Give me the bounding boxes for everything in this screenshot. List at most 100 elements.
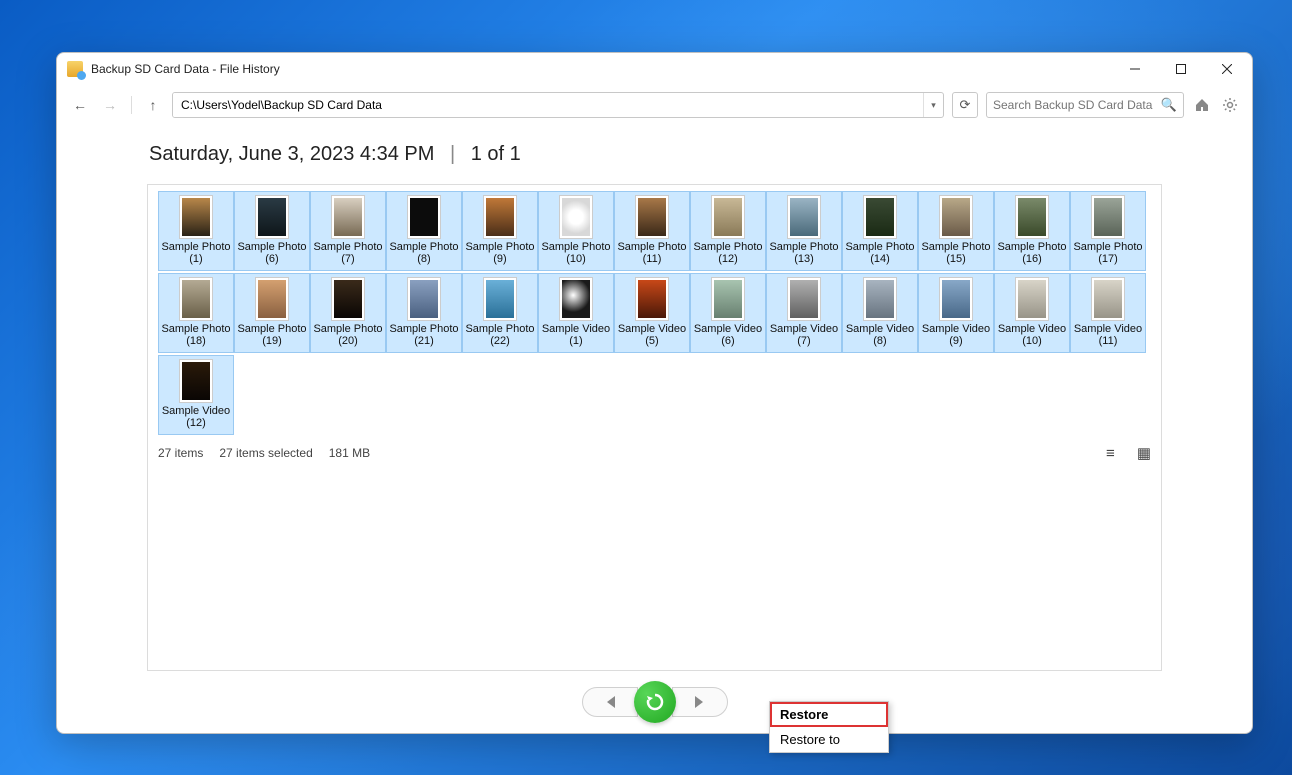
file-item[interactable]: Sample Photo (15) bbox=[918, 191, 994, 271]
file-label: Sample Photo (11) bbox=[615, 241, 689, 265]
menu-restore[interactable]: Restore bbox=[770, 702, 888, 727]
minimize-button[interactable] bbox=[1112, 53, 1158, 85]
file-thumbnail bbox=[180, 278, 212, 320]
file-label: Sample Video (1) bbox=[539, 323, 613, 347]
file-thumbnail bbox=[788, 278, 820, 320]
file-thumbnail bbox=[256, 196, 288, 238]
file-label: Sample Video (12) bbox=[159, 405, 233, 429]
file-label: Sample Video (7) bbox=[767, 323, 841, 347]
icons-view-icon[interactable]: ▦ bbox=[1137, 444, 1151, 462]
file-thumbnail bbox=[636, 278, 668, 320]
file-history-window: Backup SD Card Data - File History ← → ↑… bbox=[56, 52, 1253, 734]
file-item[interactable]: Sample Video (9) bbox=[918, 273, 994, 353]
back-button[interactable]: ← bbox=[69, 94, 91, 116]
file-label: Sample Photo (1) bbox=[159, 241, 233, 265]
search-icon[interactable]: 🔍 bbox=[1161, 97, 1177, 113]
details-view-icon[interactable]: ≡ bbox=[1106, 445, 1115, 462]
file-thumbnail bbox=[484, 278, 516, 320]
file-item[interactable]: Sample Photo (20) bbox=[310, 273, 386, 353]
file-thumbnail bbox=[864, 196, 896, 238]
file-thumbnail bbox=[484, 196, 516, 238]
file-thumbnail bbox=[180, 196, 212, 238]
file-grid-container: Sample Photo (1)Sample Photo (6)Sample P… bbox=[147, 184, 1162, 671]
file-thumbnail bbox=[712, 278, 744, 320]
next-version-button[interactable] bbox=[672, 687, 728, 717]
previous-version-button[interactable] bbox=[582, 687, 638, 717]
file-label: Sample Photo (13) bbox=[767, 241, 841, 265]
file-grid[interactable]: Sample Photo (1)Sample Photo (6)Sample P… bbox=[148, 185, 1161, 441]
file-item[interactable]: Sample Video (5) bbox=[614, 273, 690, 353]
item-count: 27 items bbox=[158, 446, 203, 460]
file-item[interactable]: Sample Photo (22) bbox=[462, 273, 538, 353]
file-label: Sample Photo (17) bbox=[1071, 241, 1145, 265]
menu-restore-to[interactable]: Restore to bbox=[770, 727, 888, 752]
file-item[interactable]: Sample Photo (8) bbox=[386, 191, 462, 271]
file-label: Sample Photo (20) bbox=[311, 323, 385, 347]
separator: | bbox=[450, 143, 455, 165]
file-item[interactable]: Sample Photo (18) bbox=[158, 273, 234, 353]
file-item[interactable]: Sample Photo (11) bbox=[614, 191, 690, 271]
file-label: Sample Photo (8) bbox=[387, 241, 461, 265]
backup-datetime: Saturday, June 3, 2023 4:34 PM bbox=[149, 143, 434, 165]
window-title: Backup SD Card Data - File History bbox=[91, 62, 280, 76]
file-item[interactable]: Sample Photo (9) bbox=[462, 191, 538, 271]
file-thumbnail bbox=[256, 278, 288, 320]
file-item[interactable]: Sample Photo (16) bbox=[994, 191, 1070, 271]
file-thumbnail bbox=[940, 196, 972, 238]
path-input[interactable] bbox=[173, 93, 923, 117]
file-thumbnail bbox=[712, 196, 744, 238]
file-item[interactable]: Sample Video (11) bbox=[1070, 273, 1146, 353]
file-item[interactable]: Sample Video (8) bbox=[842, 273, 918, 353]
file-label: Sample Photo (19) bbox=[235, 323, 309, 347]
file-item[interactable]: Sample Photo (1) bbox=[158, 191, 234, 271]
restore-context-menu: Restore Restore to bbox=[769, 701, 889, 753]
file-thumbnail bbox=[1016, 278, 1048, 320]
file-thumbnail bbox=[332, 278, 364, 320]
file-thumbnail bbox=[864, 278, 896, 320]
file-item[interactable]: Sample Photo (7) bbox=[310, 191, 386, 271]
file-label: Sample Photo (22) bbox=[463, 323, 537, 347]
pager-controls: Restore Restore to bbox=[147, 671, 1162, 733]
navigation-toolbar: ← → ↑ ▾ ⟳ 🔍 bbox=[57, 85, 1252, 125]
backup-header: Saturday, June 3, 2023 4:34 PM | 1 of 1 bbox=[147, 143, 1162, 166]
up-button[interactable]: ↑ bbox=[142, 94, 164, 116]
home-icon[interactable] bbox=[1192, 95, 1212, 115]
file-label: Sample Photo (6) bbox=[235, 241, 309, 265]
file-item[interactable]: Sample Video (10) bbox=[994, 273, 1070, 353]
file-thumbnail bbox=[332, 196, 364, 238]
file-label: Sample Photo (18) bbox=[159, 323, 233, 347]
file-label: Sample Video (10) bbox=[995, 323, 1069, 347]
file-label: Sample Video (9) bbox=[919, 323, 993, 347]
file-item[interactable]: Sample Video (6) bbox=[690, 273, 766, 353]
close-button[interactable] bbox=[1204, 53, 1250, 85]
file-item[interactable]: Sample Video (12) bbox=[158, 355, 234, 435]
app-icon bbox=[67, 61, 83, 77]
file-thumbnail bbox=[408, 278, 440, 320]
status-bar: 27 items 27 items selected 181 MB ≡ ▦ bbox=[148, 441, 1161, 465]
file-thumbnail bbox=[636, 196, 668, 238]
file-thumbnail bbox=[788, 196, 820, 238]
file-item[interactable]: Sample Photo (19) bbox=[234, 273, 310, 353]
gear-icon[interactable] bbox=[1220, 95, 1240, 115]
file-item[interactable]: Sample Video (7) bbox=[766, 273, 842, 353]
file-label: Sample Photo (9) bbox=[463, 241, 537, 265]
file-label: Sample Video (5) bbox=[615, 323, 689, 347]
file-thumbnail bbox=[1092, 196, 1124, 238]
search-input[interactable] bbox=[993, 98, 1157, 112]
refresh-button[interactable]: ⟳ bbox=[952, 92, 978, 118]
selected-count: 27 items selected bbox=[219, 446, 312, 460]
file-item[interactable]: Sample Photo (21) bbox=[386, 273, 462, 353]
file-item[interactable]: Sample Photo (17) bbox=[1070, 191, 1146, 271]
file-item[interactable]: Sample Photo (14) bbox=[842, 191, 918, 271]
file-label: Sample Photo (15) bbox=[919, 241, 993, 265]
file-item[interactable]: Sample Photo (13) bbox=[766, 191, 842, 271]
file-item[interactable]: Sample Photo (6) bbox=[234, 191, 310, 271]
maximize-button[interactable] bbox=[1158, 53, 1204, 85]
file-item[interactable]: Sample Video (1) bbox=[538, 273, 614, 353]
restore-button[interactable] bbox=[634, 681, 676, 723]
forward-button[interactable]: → bbox=[99, 94, 121, 116]
file-item[interactable]: Sample Photo (10) bbox=[538, 191, 614, 271]
search-box: 🔍 bbox=[986, 92, 1184, 118]
file-item[interactable]: Sample Photo (12) bbox=[690, 191, 766, 271]
path-dropdown[interactable]: ▾ bbox=[923, 93, 943, 117]
